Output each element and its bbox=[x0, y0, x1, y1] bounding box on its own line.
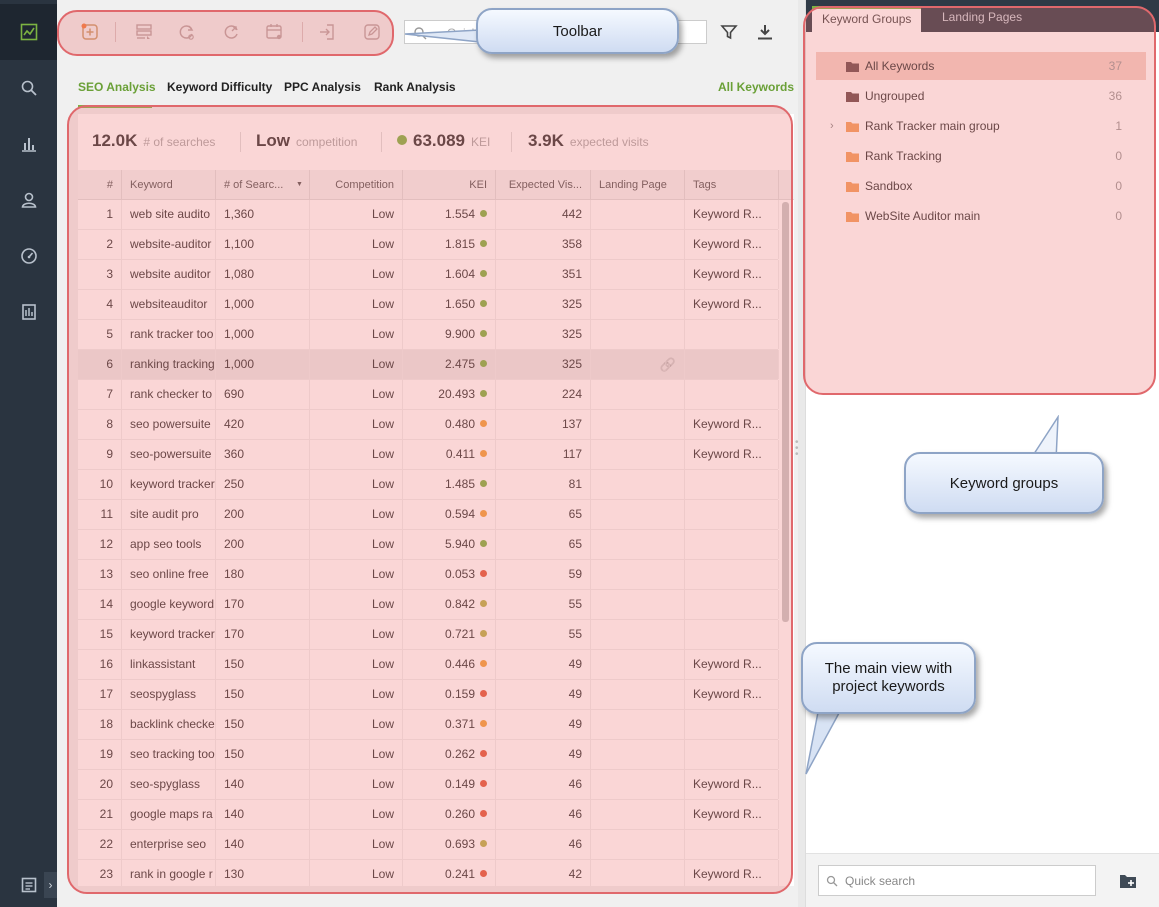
download-icon[interactable] bbox=[753, 20, 777, 44]
search-icon bbox=[826, 875, 838, 887]
tab-ppc-analysis[interactable]: PPC Analysis bbox=[284, 80, 361, 94]
filter-icon[interactable] bbox=[717, 20, 741, 44]
search-icon[interactable] bbox=[0, 60, 57, 116]
gauge-icon[interactable] bbox=[0, 228, 57, 284]
keyword-groups-callout-text: Keyword groups bbox=[949, 474, 1059, 492]
panel-splitter[interactable]: • • • bbox=[795, 438, 799, 460]
report-icon[interactable] bbox=[0, 284, 57, 340]
app-sidebar: › bbox=[0, 0, 57, 907]
toolbar-callout-text: Toolbar bbox=[552, 22, 603, 40]
main-view-highlight bbox=[67, 105, 793, 894]
dashboard-chart-icon[interactable] bbox=[0, 4, 57, 60]
quick-search-placeholder: Quick search bbox=[845, 874, 916, 888]
keyword-groups-callout: Keyword groups bbox=[904, 452, 1104, 514]
add-folder-icon[interactable] bbox=[1119, 873, 1137, 892]
sidebar-expand-button[interactable]: › bbox=[44, 872, 57, 898]
quick-search-bar: Quick search bbox=[806, 853, 1159, 907]
tab-rank-analysis[interactable]: Rank Analysis bbox=[374, 80, 456, 94]
main-view-callout-text: The main view with project keywords bbox=[824, 660, 953, 695]
quick-search-input[interactable]: Quick search bbox=[818, 865, 1096, 896]
user-icon[interactable] bbox=[0, 172, 57, 228]
analysis-tabs: SEO Analysis Keyword Difficulty PPC Anal… bbox=[57, 72, 798, 108]
toolbar-callout: Toolbar bbox=[476, 8, 679, 54]
main-view-callout: The main view with project keywords bbox=[801, 642, 976, 714]
tab-seo-analysis[interactable]: SEO Analysis bbox=[78, 80, 156, 94]
tab-keyword-difficulty[interactable]: Keyword Difficulty bbox=[167, 80, 272, 94]
toolbar-highlight bbox=[57, 10, 394, 56]
keyword-groups-highlight bbox=[803, 6, 1156, 395]
bar-chart-icon[interactable] bbox=[0, 116, 57, 172]
all-keywords-link[interactable]: All Keywords bbox=[718, 80, 794, 94]
